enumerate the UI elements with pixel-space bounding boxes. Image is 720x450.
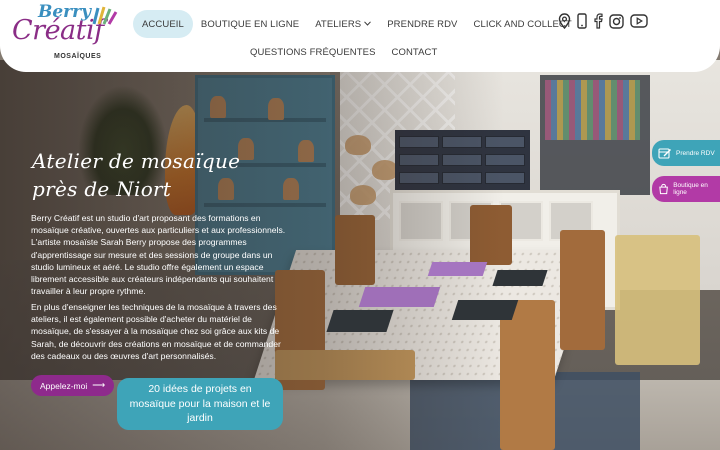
site-header: Berry Créatif MOSAÏQUES ACCUEIL BOUTIQUE… — [0, 0, 720, 72]
instagram-icon[interactable] — [609, 13, 624, 29]
nav-contact[interactable]: CONTACT — [384, 38, 446, 66]
photo-mosaic-tray-2 — [427, 262, 488, 276]
nav-accueil[interactable]: ACCUEIL — [133, 10, 193, 38]
main-nav: ACCUEIL BOUTIQUE EN LIGNE ATELIERS PREND… — [133, 10, 580, 38]
hero-paragraph-2: En plus d'enseigner les techniques de la… — [31, 302, 281, 361]
main-nav-row2: QUESTIONS FRÉQUENTES CONTACT — [242, 38, 445, 66]
nav-ateliers-label: ATELIERS — [315, 18, 362, 30]
youtube-icon[interactable] — [630, 14, 648, 28]
side-tab-shop-label: Boutique en ligne — [673, 182, 708, 196]
facebook-icon[interactable] — [593, 13, 603, 29]
nav-ateliers[interactable]: ATELIERS — [307, 10, 379, 38]
side-tab-rdv-label: Prendre RDV — [676, 149, 715, 157]
call-me-label: Appelez-moi — [40, 380, 88, 391]
hero-title: Atelier de mosaïque près de Niort — [32, 149, 241, 201]
shopping-bag-icon — [659, 183, 668, 195]
logo-rays-icon — [92, 6, 118, 25]
location-pin-icon[interactable] — [558, 13, 571, 29]
side-tab-prendre-rdv[interactable]: Prendre RDV — [652, 140, 720, 166]
site-logo[interactable]: Berry Créatif MOSAÏQUES — [10, 2, 118, 64]
phone-icon[interactable] — [577, 13, 587, 29]
side-tab-boutique[interactable]: Boutique en ligne — [652, 176, 720, 202]
nav-questions-frequentes[interactable]: QUESTIONS FRÉQUENTES — [242, 38, 384, 66]
logo-line3: MOSAÏQUES — [54, 53, 102, 60]
arrow-right-icon: ⟶ — [92, 380, 106, 390]
hero-paragraph-1: Berry Créatif est un studio d'art propos… — [31, 213, 286, 297]
calendar-edit-icon — [658, 148, 671, 159]
chevron-down-icon — [364, 20, 372, 28]
call-me-button[interactable]: Appelez-moi ⟶ — [31, 375, 115, 396]
nav-prendre-rdv[interactable]: PRENDRE RDV — [379, 10, 465, 38]
nav-boutique[interactable]: BOUTIQUE EN LIGNE — [193, 10, 307, 38]
social-links — [558, 13, 648, 29]
project-ideas-button[interactable]: 20 idées de projets en mosaïque pour la … — [117, 378, 283, 430]
photo-mosaic-tray — [358, 287, 441, 307]
